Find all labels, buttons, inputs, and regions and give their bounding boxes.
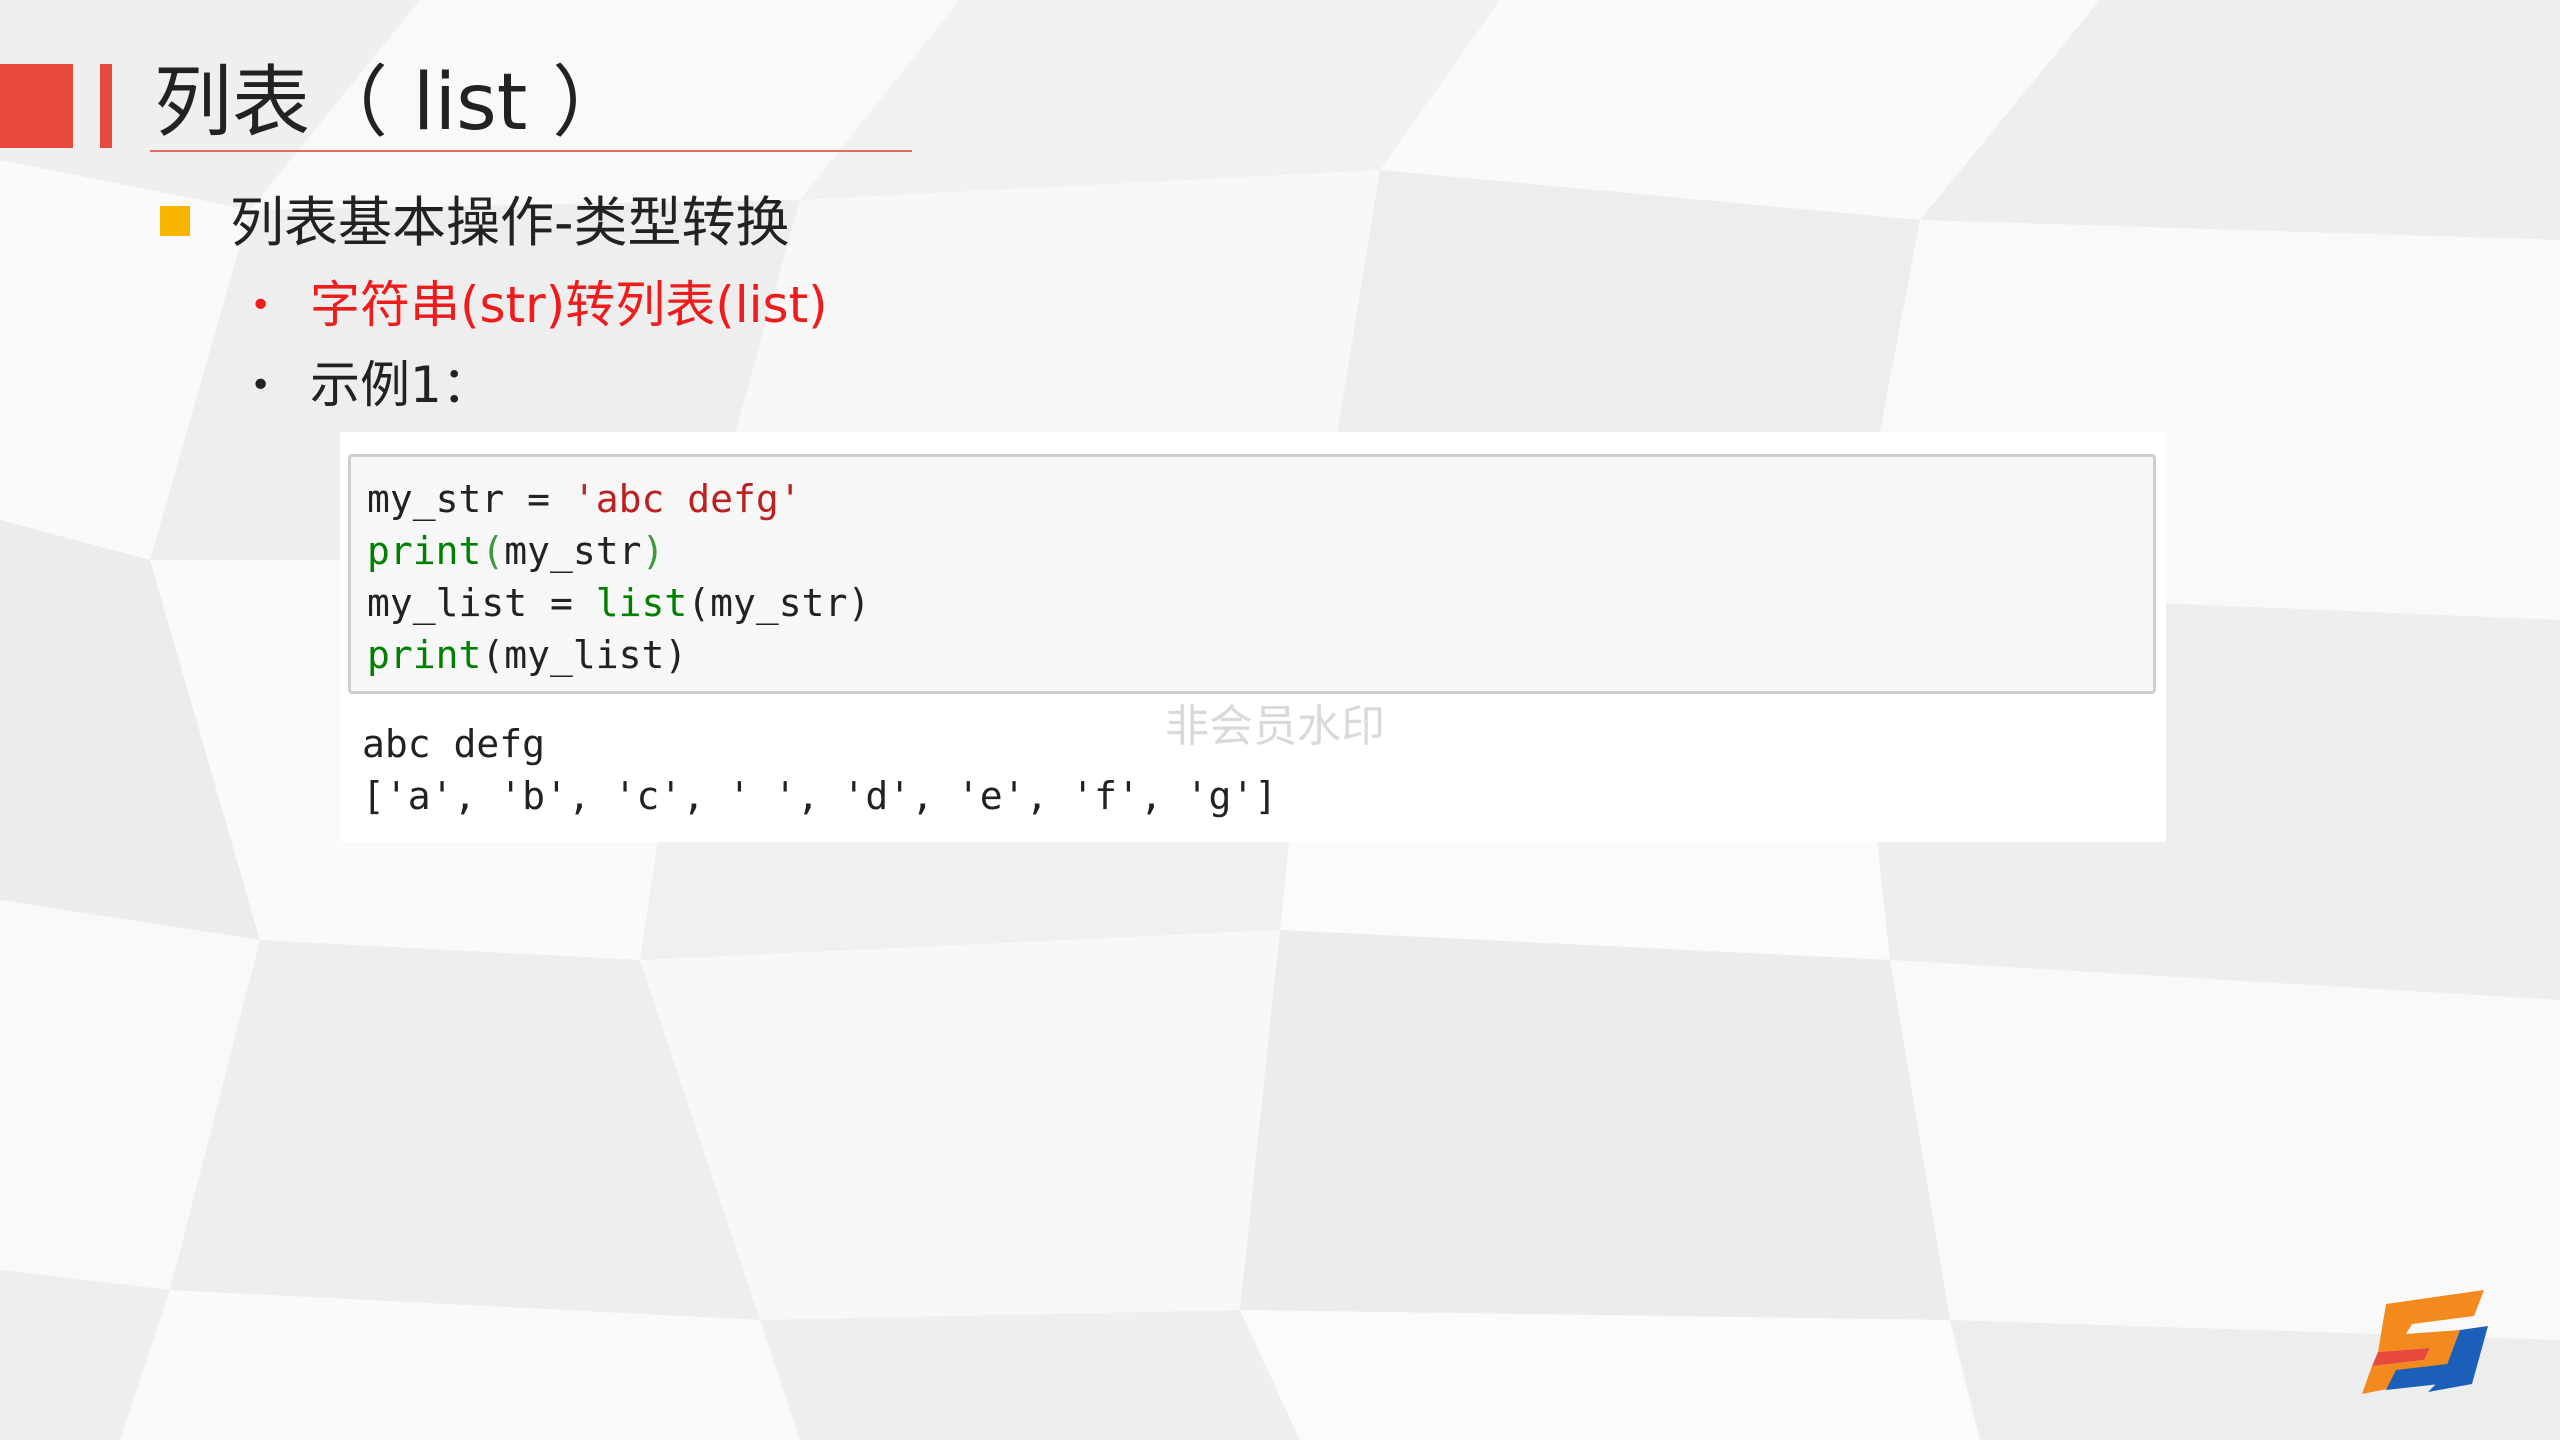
code-token: my_str = (367, 477, 573, 521)
code-token: (my_list) (481, 633, 688, 677)
bullet-level2-example: 示例1： (310, 356, 492, 414)
code-token: my_list = (367, 581, 596, 625)
code-token: my_str (504, 529, 642, 573)
code-line-4: print(my_list) (367, 629, 870, 681)
title-underline (150, 150, 912, 152)
code-token-paren: ( (481, 529, 505, 573)
slide: 列表（ list ） 列表基本操作-类型转换 • 字符串(str)转列表(lis… (0, 0, 2560, 1440)
title-accent-bar (100, 64, 112, 148)
code-cell-screenshot: my_str = 'abc defg' print(my_str) my_list … (340, 432, 2166, 842)
title-accent-block (0, 64, 73, 148)
code-token-string: 'abc defg' (572, 477, 802, 521)
code-token-builtin: print (367, 529, 482, 573)
output-line-2: ['a', 'b', 'c', ' ', 'd', 'e', 'f', 'g'] (362, 774, 1278, 818)
code-token: (my_str) (687, 581, 871, 625)
brand-logo-icon (2362, 1290, 2488, 1394)
bullet-level1-text: 列表基本操作-类型转换 (230, 191, 790, 254)
bullet-level2-highlight: 字符串(str)转列表(list) (310, 276, 828, 334)
code-output-area: abc defg ['a', 'b', 'c', ' ', 'd', 'e', '… (362, 718, 1277, 822)
output-line-1: abc defg (362, 722, 546, 766)
code-line-2: print(my_str) (367, 525, 870, 577)
slide-title: 列表（ list ） (154, 58, 631, 148)
code-input-area: my_str = 'abc defg' print(my_str) my_list … (348, 454, 2156, 694)
square-bullet-icon (160, 206, 190, 236)
code-token-paren: ) (641, 529, 665, 573)
code-lines: my_str = 'abc defg' print(my_str) my_list … (367, 473, 870, 681)
watermark-text: 非会员水印 (1165, 701, 1385, 752)
code-token-builtin: list (595, 581, 688, 625)
code-line-3: my_list = list(my_str) (367, 577, 870, 629)
bullet-dot-icon: • (250, 285, 272, 326)
bullet-dot-icon: • (250, 365, 272, 406)
code-line-1: my_str = 'abc defg' (367, 473, 870, 525)
code-token-builtin: print (367, 633, 482, 677)
